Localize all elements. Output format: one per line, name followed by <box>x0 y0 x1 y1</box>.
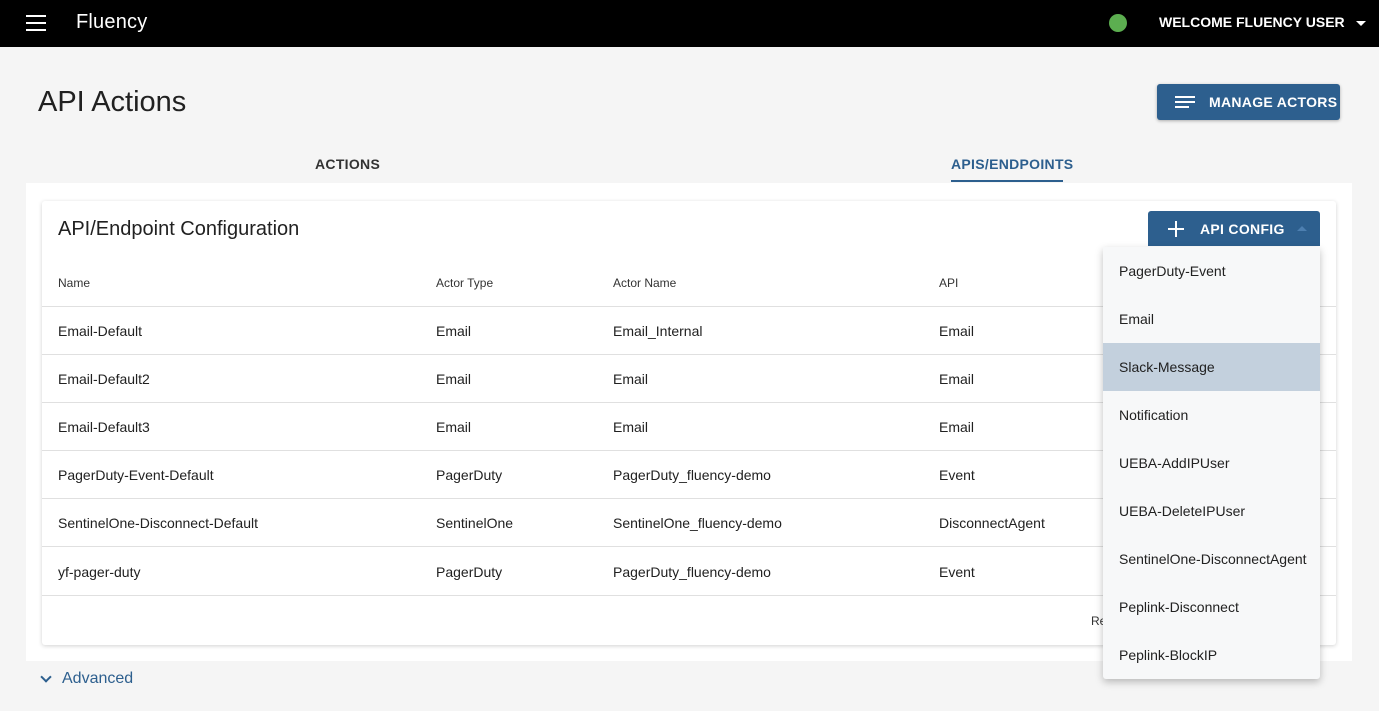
cell-name: SentinelOne-Disconnect-Default <box>58 515 258 531</box>
cell-actor-type: PagerDuty <box>436 564 503 580</box>
cell-name: Email-Default3 <box>58 419 150 435</box>
cell-actor-name: Email_Internal <box>613 323 703 339</box>
app-title: Fluency <box>76 11 148 33</box>
cell-api: Event <box>939 467 975 483</box>
cell-actor-type: Email <box>436 323 472 339</box>
cell-name: Email-Default2 <box>58 371 150 387</box>
tab-actions[interactable]: ACTIONS <box>315 156 380 172</box>
cell-name: PagerDuty-Event-Default <box>58 467 214 483</box>
cell-name: Email-Default <box>58 323 143 339</box>
api-config-dropdown-menu: PagerDuty-Event Email Slack-Message Noti… <box>1103 247 1320 679</box>
cell-api: Email <box>939 371 975 387</box>
caret-down-icon <box>1355 20 1366 26</box>
column-header-actor-name[interactable]: Actor Name <box>613 276 676 290</box>
cell-actor-name: Email <box>613 419 649 435</box>
cell-api: Email <box>939 323 975 339</box>
manage-actors-button[interactable]: MANAGE ACTORS <box>1157 84 1340 120</box>
cell-actor-name: Email <box>613 371 649 387</box>
active-tab-indicator <box>951 180 1063 182</box>
cell-actor-type: SentinelOne <box>436 515 514 531</box>
page-title: API Actions <box>38 86 187 118</box>
advanced-toggle[interactable]: Advanced <box>38 670 133 688</box>
menu-item-ueba-deleteipuser[interactable]: UEBA-DeleteIPUser <box>1103 487 1320 535</box>
column-header-api[interactable]: API <box>939 276 958 290</box>
chevron-down-icon <box>40 671 52 683</box>
menu-item-pagerduty-event[interactable]: PagerDuty-Event <box>1103 247 1320 295</box>
menu-item-ueba-addipuser[interactable]: UEBA-AddIPUser <box>1103 439 1320 487</box>
cell-api: Email <box>939 419 975 435</box>
caret-up-icon <box>1296 226 1307 231</box>
menu-item-peplink-disconnect[interactable]: Peplink-Disconnect <box>1103 583 1320 631</box>
hamburger-menu-icon[interactable] <box>26 15 46 31</box>
user-menu[interactable]: WELCOME FLUENCY USER <box>1159 14 1366 30</box>
column-header-name[interactable]: Name <box>58 276 90 290</box>
top-app-bar: Fluency WELCOME FLUENCY USER <box>0 0 1379 47</box>
column-header-actor-type[interactable]: Actor Type <box>436 276 493 290</box>
cell-api: DisconnectAgent <box>939 515 1045 531</box>
api-config-button[interactable]: API CONFIG <box>1148 211 1320 246</box>
cell-api: Event <box>939 564 975 580</box>
menu-item-slack-message[interactable]: Slack-Message <box>1103 343 1320 391</box>
advanced-label: Advanced <box>62 670 134 687</box>
cell-actor-name: SentinelOne_fluency-demo <box>613 515 782 531</box>
list-icon <box>1175 95 1195 109</box>
cell-name: yf-pager-duty <box>58 564 141 580</box>
tab-apis-endpoints[interactable]: APIS/ENDPOINTS <box>951 156 1073 172</box>
card-title: API/Endpoint Configuration <box>58 218 300 240</box>
user-menu-label: WELCOME FLUENCY USER <box>1159 14 1345 30</box>
plus-icon <box>1168 220 1184 237</box>
menu-item-email[interactable]: Email <box>1103 295 1320 343</box>
menu-item-sentinelone-disconnectagent[interactable]: SentinelOne-DisconnectAgent <box>1103 535 1320 583</box>
cell-actor-name: PagerDuty_fluency-demo <box>613 467 771 483</box>
cell-actor-type: PagerDuty <box>436 467 503 483</box>
api-config-label: API CONFIG <box>1200 220 1285 237</box>
cell-actor-type: Email <box>436 419 472 435</box>
status-indicator <box>1109 14 1127 32</box>
manage-actors-label: MANAGE ACTORS <box>1209 94 1338 110</box>
menu-item-peplink-blockip[interactable]: Peplink-BlockIP <box>1103 631 1320 679</box>
menu-item-notification[interactable]: Notification <box>1103 391 1320 439</box>
cell-actor-name: PagerDuty_fluency-demo <box>613 564 771 580</box>
cell-actor-type: Email <box>436 371 472 387</box>
